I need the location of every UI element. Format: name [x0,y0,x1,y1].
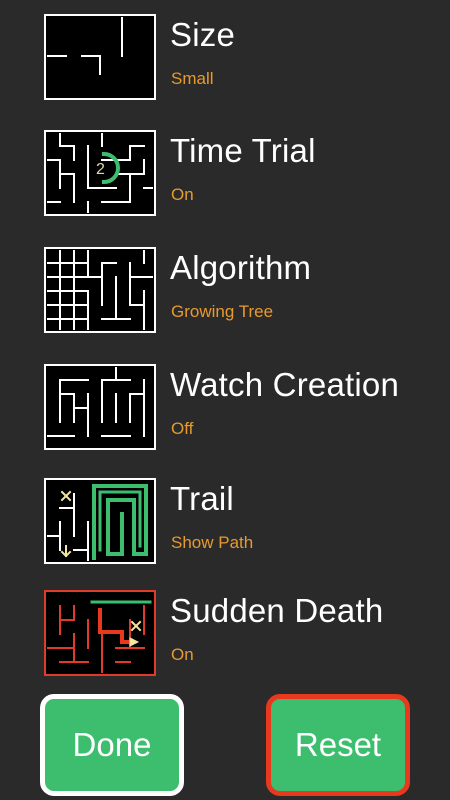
setting-watch-creation[interactable]: Watch Creation Off [0,364,450,474]
setting-title: Size [170,16,235,53]
done-button-label: Done [72,726,152,763]
timer-digit: 2 [96,161,105,178]
settings-screen: Size Small 2 Time Trial On Algorithm Gro… [0,0,450,800]
setting-title: Algorithm [170,249,312,286]
setting-size[interactable]: Size Small [0,14,450,124]
setting-value: Small [171,69,214,88]
setting-algorithm[interactable]: Algorithm Growing Tree [0,247,450,357]
done-button[interactable]: Done [40,694,184,796]
setting-title: Watch Creation [170,366,399,403]
maze-algorithm-icon [44,247,156,333]
maze-sudden-death-icon [44,590,156,676]
reset-button-label: Reset [294,726,382,763]
maze-timer-icon: 2 [44,130,156,216]
setting-sudden-death[interactable]: Sudden Death On [0,590,450,700]
setting-title: Trail [170,480,234,517]
setting-value: Growing Tree [171,302,274,321]
setting-title: Time Trial [170,132,316,169]
maze-creation-icon [44,364,156,450]
maze-size-icon [44,14,156,100]
maze-trail-icon [44,478,156,564]
reset-button[interactable]: Reset [266,694,410,796]
setting-value: Show Path [171,533,254,552]
setting-value: On [171,645,194,664]
setting-value: Off [171,419,194,438]
setting-value: On [171,185,194,204]
setting-trail[interactable]: Trail Show Path [0,478,450,588]
setting-title: Sudden Death [170,592,384,629]
setting-time-trial[interactable]: 2 Time Trial On [0,130,450,240]
